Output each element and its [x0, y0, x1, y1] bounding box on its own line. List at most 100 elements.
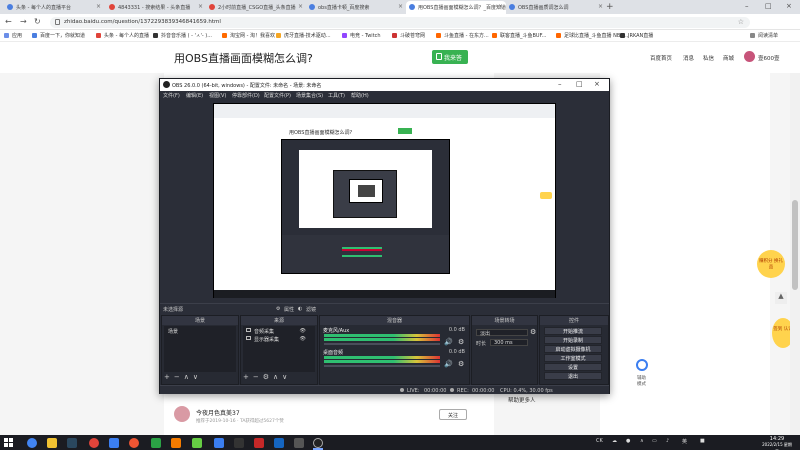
- points-badge[interactable]: 赚积分 换礼品: [757, 250, 785, 278]
- browser-tab-active[interactable]: 用OBS直播画面模糊怎么调？_百度知道 ×: [406, 1, 506, 14]
- browser-tab[interactable]: 2小时前直播_CSGO直播_头条直播 ×: [206, 1, 306, 14]
- gear-icon[interactable]: ⚙: [263, 373, 273, 381]
- filters-button[interactable]: 滤镜: [306, 306, 316, 313]
- steam-icon[interactable]: [67, 438, 77, 448]
- browser-tab[interactable]: 头条 - 每个人的直播平台 ×: [4, 1, 104, 14]
- menu-profile[interactable]: 配置文件(P): [264, 92, 291, 99]
- studio-mode-button[interactable]: 工作室模式: [544, 354, 602, 362]
- close-window-icon[interactable]: ×: [786, 2, 792, 10]
- app-icon[interactable]: [109, 438, 119, 448]
- menu-scene-collection[interactable]: 场景集合(S): [296, 92, 323, 99]
- accessibility-icon[interactable]: [636, 359, 648, 371]
- move-down-icon[interactable]: ∨: [193, 373, 202, 381]
- header-link-shop[interactable]: 商城: [723, 54, 734, 62]
- close-icon[interactable]: ×: [398, 3, 403, 10]
- menu-view[interactable]: 视图(V): [209, 92, 226, 99]
- virtual-camera-button[interactable]: 启动虚拟摄像机: [544, 345, 602, 353]
- bookmark-item[interactable]: 电竞 - Twitch: [342, 32, 381, 39]
- menu-edit[interactable]: 编辑(E): [186, 92, 203, 99]
- wechat-icon[interactable]: [151, 438, 161, 448]
- gear-icon[interactable]: ⚙: [530, 328, 536, 336]
- menu-tools[interactable]: 工具(T): [328, 92, 345, 99]
- speaker-icon[interactable]: 🔊: [444, 360, 453, 368]
- tray-app-icon[interactable]: ■: [700, 438, 705, 444]
- file-explorer-icon[interactable]: [47, 438, 57, 448]
- app-icon[interactable]: [192, 438, 202, 448]
- reload-icon[interactable]: ↻: [34, 17, 41, 26]
- input-language[interactable]: 英: [682, 438, 687, 445]
- maximize-icon[interactable]: □: [765, 2, 772, 10]
- avatar[interactable]: [744, 51, 755, 62]
- header-link-pm[interactable]: 私信: [703, 54, 714, 62]
- tray-app-icon[interactable]: ●: [626, 438, 630, 444]
- bookmark-item[interactable]: 足球比直播_斗鱼直播 NBA...: [556, 32, 628, 39]
- speaker-icon[interactable]: 🔊: [444, 338, 453, 346]
- scroll-thumb[interactable]: [792, 200, 798, 290]
- bookmark-item[interactable]: 头条 - 每个人的直播: [96, 32, 149, 39]
- move-up-icon[interactable]: ∧: [184, 373, 193, 381]
- close-icon[interactable]: ×: [298, 3, 303, 10]
- browser-tab[interactable]: OBS直播画质调怎么调 ×: [506, 1, 606, 14]
- close-icon[interactable]: ×: [498, 3, 503, 10]
- add-icon[interactable]: +: [164, 373, 174, 381]
- menu-file[interactable]: 文件(F): [163, 92, 180, 99]
- settings-button[interactable]: 设置: [544, 363, 602, 371]
- move-down-icon[interactable]: ∨: [282, 373, 291, 381]
- source-item[interactable]: 音频采集 👁: [245, 327, 310, 335]
- answer-button[interactable]: 我来答: [432, 50, 468, 64]
- app-icon[interactable]: [254, 438, 264, 448]
- app-icon[interactable]: [214, 438, 224, 448]
- app-icon[interactable]: [274, 438, 284, 448]
- browser-tab[interactable]: 4843331 - 搜索结果 - 头条直播 ×: [106, 1, 206, 14]
- app-icon[interactable]: [171, 438, 181, 448]
- volume-icon[interactable]: ♪: [666, 438, 669, 444]
- volume-slider[interactable]: [324, 343, 440, 345]
- minimize-icon[interactable]: –: [745, 2, 749, 10]
- new-tab-icon[interactable]: +: [606, 2, 614, 12]
- tray-item[interactable]: CK: [596, 438, 603, 444]
- app-icon[interactable]: [129, 438, 139, 448]
- chevron-up-icon[interactable]: ∧: [640, 438, 644, 444]
- browser-tab[interactable]: obs直播卡顿_百度搜索 ×: [306, 1, 406, 14]
- close-icon[interactable]: ×: [594, 80, 600, 88]
- close-icon[interactable]: ×: [598, 3, 603, 10]
- bookmark-item[interactable]: 斗破苍穹网: [392, 32, 425, 39]
- bookmark-item[interactable]: JRKAN直播: [620, 32, 653, 39]
- source-item[interactable]: 显示器采集 👁: [245, 335, 310, 343]
- minimize-icon[interactable]: –: [558, 80, 562, 88]
- add-icon[interactable]: +: [243, 373, 253, 381]
- maximize-icon[interactable]: □: [576, 80, 583, 88]
- duration-input[interactable]: 300 ms: [490, 339, 528, 346]
- obs-preview[interactable]: 用OBS直播画面模糊怎么调?: [213, 103, 556, 298]
- header-link-messages[interactable]: 消息: [683, 54, 694, 62]
- bookmark-item[interactable]: 斗鱼直播 - 在东方...: [436, 32, 489, 39]
- url-field[interactable]: zhidao.baidu.com/question/13722938393468…: [50, 17, 750, 28]
- back-icon[interactable]: ←: [5, 17, 12, 26]
- gear-icon[interactable]: ⚙: [458, 338, 464, 346]
- bookmark-item[interactable]: 抖音音乐播 ( - 'ㅅ'- )...: [153, 32, 212, 39]
- start-streaming-button[interactable]: 开始推流: [544, 327, 602, 335]
- visibility-icon[interactable]: 👁: [299, 328, 305, 334]
- close-icon[interactable]: ×: [96, 3, 101, 10]
- app-icon[interactable]: [234, 438, 244, 448]
- gear-icon[interactable]: ⚙: [458, 360, 464, 368]
- bookmark-item[interactable]: 联客直播_斗鱼BUF...: [492, 32, 546, 39]
- cloud-icon[interactable]: ☁: [612, 438, 617, 444]
- visibility-icon[interactable]: 👁: [299, 336, 305, 342]
- menu-help[interactable]: 帮助(H): [351, 92, 369, 99]
- header-link-home[interactable]: 百度首页: [650, 54, 672, 62]
- network-icon[interactable]: ▭: [652, 438, 657, 444]
- answerer-name[interactable]: 今夜月色真美37: [196, 408, 240, 417]
- windows-start-icon[interactable]: [4, 438, 13, 447]
- remove-icon[interactable]: −: [253, 373, 263, 381]
- reading-list[interactable]: 阅读清单: [750, 32, 778, 39]
- bookmark-item[interactable]: 应用: [4, 32, 22, 39]
- bookmark-item[interactable]: 淘宝网 - 淘！我喜欢: [222, 32, 275, 39]
- obs-icon[interactable]: [313, 438, 323, 448]
- taskbar-clock[interactable]: 14:29 2022/2/15 星期二: [762, 436, 792, 454]
- app-icon[interactable]: [294, 438, 304, 448]
- bookmark-item[interactable]: 百度一下，你就知道: [32, 32, 85, 39]
- filter-icon[interactable]: ◐: [298, 306, 302, 312]
- transition-select[interactable]: 淡出: [476, 329, 528, 337]
- volume-slider[interactable]: [324, 365, 440, 367]
